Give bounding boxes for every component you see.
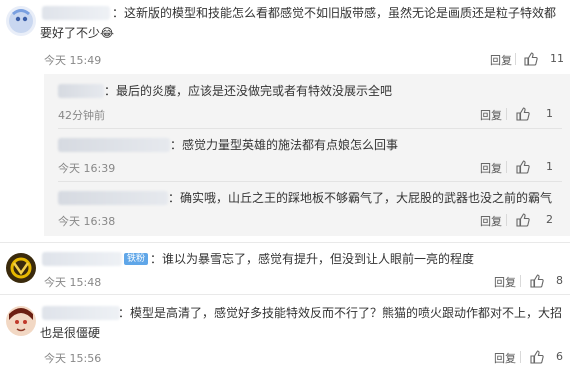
like-count: 6 [556,350,563,363]
comment-time: 今天 15:56 [44,352,102,365]
username[interactable] [42,252,122,266]
divider [520,351,521,363]
divider [506,161,507,173]
comment-text: ：模型是高清了，感觉好多技能特效反而不行了？熊猫的喷火跟动作都对不上，大招也是很… [40,306,563,340]
reply-username[interactable] [58,138,170,152]
reply-time: 42分钟前 [58,109,105,122]
divider [0,242,570,243]
like-count: 11 [550,52,564,65]
like-count: 1 [546,107,553,120]
reply-time: 今天 16:39 [58,162,116,175]
fan-badge: 铁粉 [124,253,149,265]
like-icon[interactable] [516,213,530,227]
reply-text: ：最后的炎魔，应该是还没做完或者有特效没展示全吧 [104,84,393,98]
reply-button[interactable]: 回复 [480,160,502,176]
divider [515,53,516,65]
divider [58,128,562,129]
like-icon[interactable] [524,52,538,66]
comment-time: 今天 15:48 [44,276,102,289]
avatar[interactable] [6,306,36,336]
reply-username[interactable] [58,191,168,205]
avatar[interactable] [6,253,36,283]
reply-button[interactable]: 回复 [494,350,516,366]
emoji-laugh-icon: 😂 [100,26,115,40]
like-icon[interactable] [516,160,530,174]
comment-time: 今天 15:49 [44,54,102,67]
reply-button[interactable]: 回复 [480,107,502,123]
comment-text: ：这新版的模型和技能怎么看都感觉不如旧版带感，虽然无论是画质还是粒子特效都要好了… [40,6,557,40]
like-count: 1 [546,160,553,173]
divider [506,214,507,226]
like-count: 8 [556,274,563,287]
reply-button[interactable]: 回复 [494,274,516,290]
avatar[interactable] [6,6,36,36]
divider [506,108,507,120]
comment-text: ：谁以为暴雪忘了，感觉有提升，但没到让人眼前一亮的程度 [150,252,475,266]
reply-username[interactable] [58,84,104,98]
like-icon[interactable] [530,274,544,288]
divider [520,275,521,287]
reply-text: ：确实哦，山丘之王的踩地板不够霸气了，大屁股的武器也没之前的霸气 [168,191,553,205]
like-icon[interactable] [516,107,530,121]
like-icon[interactable] [530,350,544,364]
divider [58,181,562,182]
divider [0,294,570,295]
like-count: 2 [546,213,553,226]
reply-button[interactable]: 回复 [480,213,502,229]
reply-button[interactable]: 回复 [490,52,512,68]
reply-text: ：感觉力量型英雄的施法都有点娘怎么回事 [170,138,399,152]
reply-time: 今天 16:38 [58,215,116,228]
